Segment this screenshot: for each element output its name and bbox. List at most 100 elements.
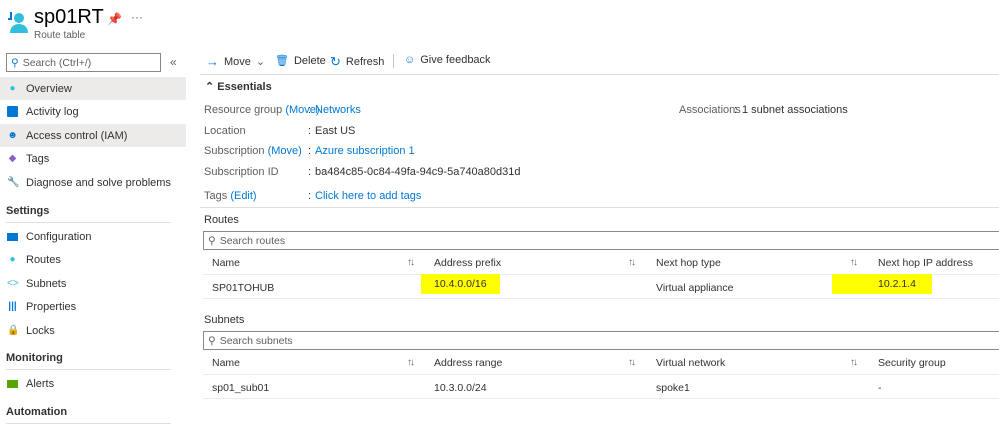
- refresh-icon: ↻: [330, 54, 341, 69]
- move-button[interactable]: → Move ⌄: [206, 54, 265, 69]
- subscription-link[interactable]: Azure subscription 1: [315, 145, 415, 157]
- sidebar-item-subnets[interactable]: <> Subnets: [0, 272, 186, 295]
- sidebar-item-tags[interactable]: ◆ Tags: [0, 147, 186, 170]
- section-automation: Automation: [6, 406, 68, 418]
- sort-icon[interactable]: ↑↓: [407, 257, 415, 268]
- sidebar-item-configuration[interactable]: Configuration: [0, 225, 186, 248]
- resource-group-link[interactable]: Networks: [315, 104, 361, 116]
- column-header-name[interactable]: Name: [212, 357, 240, 369]
- column-header-next-hop-type[interactable]: Next hop type: [656, 257, 721, 269]
- delete-button[interactable]: 🗑 Delete: [275, 54, 326, 68]
- trash-icon: 🗑: [275, 55, 289, 67]
- subnet-security-group: -: [878, 382, 882, 394]
- sidebar-item-properties[interactable]: ||| Properties: [0, 295, 186, 318]
- add-tags-link[interactable]: Click here to add tags: [315, 190, 421, 202]
- sidebar-item-alerts[interactable]: Alerts: [0, 372, 186, 395]
- routes-heading: Routes: [204, 214, 239, 226]
- collapse-sidebar-icon[interactable]: «: [170, 55, 177, 69]
- configuration-icon: [7, 232, 18, 241]
- refresh-button[interactable]: ↻ Refresh: [330, 54, 384, 70]
- tags-label: Tags (Edit): [204, 190, 257, 202]
- page-title: sp01RT: [34, 6, 104, 28]
- subnet-name: sp01_sub01: [212, 382, 270, 394]
- location-value: East US: [315, 125, 356, 137]
- sidebar-item-locks[interactable]: 🔒 Locks: [0, 319, 186, 342]
- subnet-address-range: 10.3.0.0/24: [434, 382, 487, 394]
- resource-group-label: Resource group (Move): [204, 104, 320, 116]
- sort-icon[interactable]: ↑↓: [850, 257, 858, 268]
- move-subscription-link[interactable]: (Move): [268, 145, 302, 157]
- associations-value: 1 subnet associations: [742, 104, 848, 116]
- essentials-divider: [200, 207, 999, 208]
- search-subnets-input[interactable]: ⚲ Search subnets: [203, 331, 999, 350]
- people-icon: ☻: [7, 130, 18, 141]
- chevron-up-icon: ⌃: [205, 81, 215, 93]
- search-icon: ⚲: [208, 334, 216, 347]
- divider: [6, 222, 171, 223]
- more-options-icon[interactable]: ···: [131, 10, 143, 24]
- sidebar-item-activity-log[interactable]: Activity log: [0, 100, 186, 123]
- feedback-icon: ☺: [404, 54, 416, 66]
- column-header-address-range[interactable]: Address range: [434, 357, 502, 369]
- toolbar-divider: [393, 54, 394, 68]
- give-feedback-button[interactable]: ☺ Give feedback: [404, 54, 491, 66]
- sidebar-item-access-control[interactable]: ☻ Access control (IAM): [0, 124, 186, 147]
- row-divider: [203, 298, 999, 299]
- section-monitoring: Monitoring: [6, 352, 63, 364]
- search-icon: ⚲: [11, 56, 19, 69]
- sort-icon[interactable]: ↑↓: [628, 357, 636, 368]
- subnets-icon: <>: [7, 278, 19, 289]
- column-header-name[interactable]: Name: [212, 257, 240, 269]
- lock-icon: 🔒: [7, 325, 20, 336]
- toolbar-divider: [200, 74, 999, 75]
- wrench-icon: 🔧: [7, 177, 20, 188]
- tag-icon: ◆: [8, 153, 17, 164]
- subnet-virtual-network: spoke1: [656, 382, 690, 394]
- row-divider: [203, 398, 999, 399]
- sort-icon[interactable]: ↑↓: [850, 357, 858, 368]
- column-header-security-group[interactable]: Security group: [878, 357, 946, 369]
- activity-log-icon: [7, 106, 18, 117]
- separator: :: [308, 125, 312, 137]
- row-divider: [203, 374, 999, 375]
- separator: :: [308, 190, 312, 202]
- sidebar-item-routes[interactable]: ● Routes: [0, 248, 186, 271]
- column-header-next-hop-ip[interactable]: Next hop IP address: [878, 257, 973, 269]
- sidebar-search-input[interactable]: ⚲ Search (Ctrl+/): [6, 53, 161, 72]
- sort-icon[interactable]: ↑↓: [628, 257, 636, 268]
- essentials-toggle[interactable]: ⌃ Essentials: [205, 80, 272, 93]
- subscription-id-label: Subscription ID: [204, 166, 279, 178]
- column-header-virtual-network[interactable]: Virtual network: [656, 357, 725, 369]
- section-settings: Settings: [6, 205, 50, 217]
- divider: [6, 423, 171, 424]
- subscription-id-value: ba484c85-0c84-49fa-94c9-5a740a80d31d: [315, 166, 521, 178]
- properties-icon: |||: [8, 301, 17, 312]
- separator: :: [308, 166, 312, 178]
- column-header-address-prefix[interactable]: Address prefix: [434, 257, 501, 269]
- alerts-icon: [7, 379, 18, 388]
- subscription-label: Subscription (Move): [204, 145, 302, 157]
- search-routes-input[interactable]: ⚲ Search routes: [203, 231, 999, 250]
- subnets-heading: Subnets: [204, 314, 245, 326]
- arrow-right-icon: →: [206, 54, 219, 69]
- sort-icon[interactable]: ↑↓: [407, 357, 415, 368]
- route-table-icon: [6, 10, 28, 34]
- associations-label: Associations: [679, 104, 741, 116]
- routes-icon: ●: [9, 254, 16, 265]
- route-name: SP01TOHUB: [212, 282, 275, 294]
- divider: [6, 369, 171, 370]
- edit-tags-link[interactable]: (Edit): [230, 190, 256, 202]
- pin-icon[interactable]: 📌: [107, 12, 122, 26]
- sidebar-item-diagnose[interactable]: 🔧 Diagnose and solve problems: [0, 171, 186, 194]
- page-subtitle: Route table: [34, 30, 86, 41]
- separator: :: [308, 145, 312, 157]
- search-icon: ⚲: [208, 234, 216, 247]
- overview-icon: ●: [9, 83, 16, 94]
- sidebar-item-overview[interactable]: ● Overview: [0, 77, 186, 100]
- separator: :: [308, 104, 312, 116]
- location-label: Location: [204, 125, 246, 137]
- route-address-prefix: 10.4.0.0/16: [421, 274, 500, 294]
- chevron-down-icon: ⌄: [255, 56, 266, 68]
- route-next-hop-type: Virtual appliance: [656, 282, 734, 294]
- separator: :: [734, 104, 738, 116]
